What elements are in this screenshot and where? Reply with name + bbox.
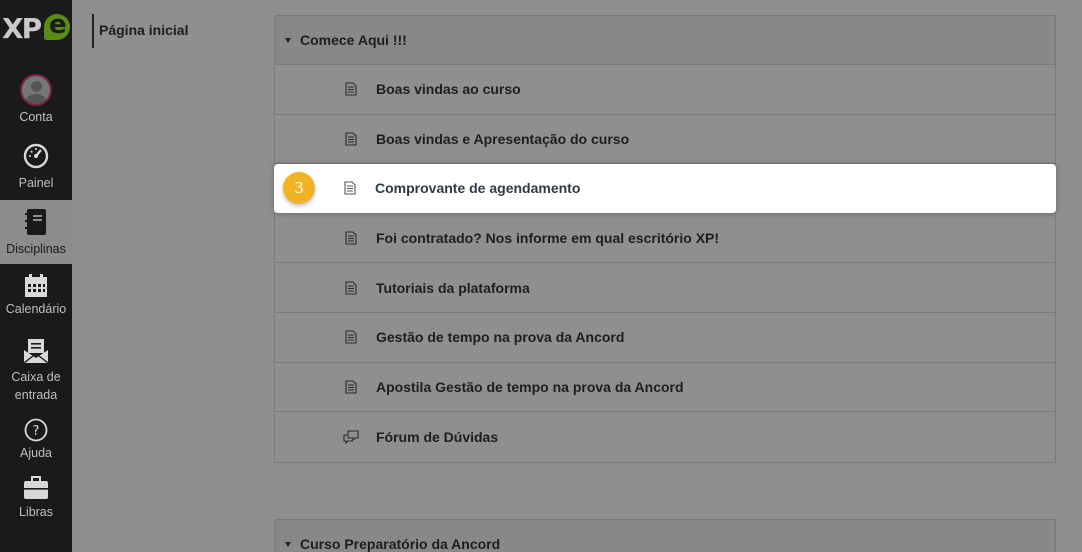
notebook-icon (25, 209, 46, 235)
nav-calendario[interactable]: Calendário (0, 274, 72, 324)
module-header[interactable]: Curso Preparatório da Ancord (275, 520, 1055, 552)
nav-ajuda-label: Ajuda (20, 446, 52, 460)
module-header[interactable]: Comece Aqui !!! (275, 16, 1055, 65)
module-item-link[interactable]: Boas vindas e Apresentação do curso (376, 131, 629, 147)
module-item[interactable]: Foi contratado? Nos informe em qual escr… (275, 214, 1055, 264)
course-nav: Página inicial (92, 14, 188, 48)
module-item-link[interactable]: Boas vindas ao curso (376, 81, 521, 97)
course-nav-home-link[interactable]: Página inicial (99, 22, 188, 38)
page-icon (345, 330, 357, 344)
caret-down-icon (285, 541, 291, 547)
logo-accent: e (44, 10, 70, 40)
nav-caixa-label-2: entrada (14, 388, 58, 402)
nav-ajuda[interactable]: ? Ajuda (0, 418, 72, 466)
module-item[interactable]: Boas vindas ao curso (275, 65, 1055, 115)
module-item-link[interactable]: Foi contratado? Nos informe em qual escr… (376, 230, 719, 246)
step-badge: 3 (283, 172, 315, 205)
caret-down-icon (285, 37, 291, 43)
xpe-logo[interactable]: XP e (0, 10, 72, 50)
nav-conta[interactable]: Conta (0, 74, 72, 130)
module-item-link[interactable]: Tutoriais da plataforma (376, 280, 530, 296)
page-icon (345, 82, 357, 96)
page-icon (345, 231, 357, 245)
module-comece-aqui: Comece Aqui !!! Boas vindas ao curso Boa… (274, 15, 1056, 463)
page-icon (345, 380, 357, 394)
nav-calendario-label: Calendário (5, 302, 67, 316)
module-title: Comece Aqui !!! (300, 32, 407, 48)
global-nav: XP e Conta Painel Disciplinas Calendário… (0, 0, 72, 552)
nav-caixa-label-1: Caixa de (11, 370, 61, 384)
briefcase-icon (24, 476, 48, 499)
module-item-link[interactable]: Apostila Gestão de tempo na prova da Anc… (376, 379, 684, 395)
avatar (20, 74, 52, 106)
logo-text: XP (2, 12, 42, 45)
module-item-link[interactable]: Fórum de Dúvidas (376, 429, 498, 445)
module-item[interactable]: Boas vindas e Apresentação do curso (275, 115, 1055, 165)
module-item[interactable]: Tutoriais da plataforma (275, 263, 1055, 313)
nav-conta-label: Conta (19, 110, 53, 124)
svg-text:?: ? (33, 424, 40, 439)
module-item-highlighted[interactable]: 3 Comprovante de agendamento (274, 164, 1056, 214)
nav-libras-label: Libras (18, 505, 54, 519)
nav-painel-label: Painel (18, 176, 54, 190)
page-icon (345, 281, 357, 295)
speedometer-icon (23, 143, 49, 169)
module-title: Curso Preparatório da Ancord (300, 536, 501, 552)
module-item[interactable]: Fórum de Dúvidas (275, 412, 1055, 462)
module-item-link[interactable]: Comprovante de agendamento (375, 180, 580, 196)
page-icon (345, 132, 357, 146)
page-icon (344, 181, 356, 196)
nav-disciplinas[interactable]: Disciplinas (0, 200, 72, 264)
nav-painel[interactable]: Painel (0, 143, 72, 199)
nav-libras[interactable]: Libras (0, 476, 72, 526)
module-curso-preparatorio: Curso Preparatório da Ancord (274, 519, 1056, 552)
module-item-link[interactable]: Gestão de tempo na prova da Ancord (376, 329, 624, 345)
discussion-icon (343, 430, 359, 444)
nav-disciplinas-label: Disciplinas (6, 242, 66, 256)
inbox-icon (23, 339, 49, 364)
calendar-icon (25, 274, 47, 297)
module-item[interactable]: Gestão de tempo na prova da Ancord (275, 313, 1055, 363)
help-icon: ? (24, 418, 48, 442)
module-item[interactable]: Apostila Gestão de tempo na prova da Anc… (275, 363, 1055, 413)
nav-caixa-de-entrada[interactable]: Caixa de entrada (0, 338, 72, 408)
